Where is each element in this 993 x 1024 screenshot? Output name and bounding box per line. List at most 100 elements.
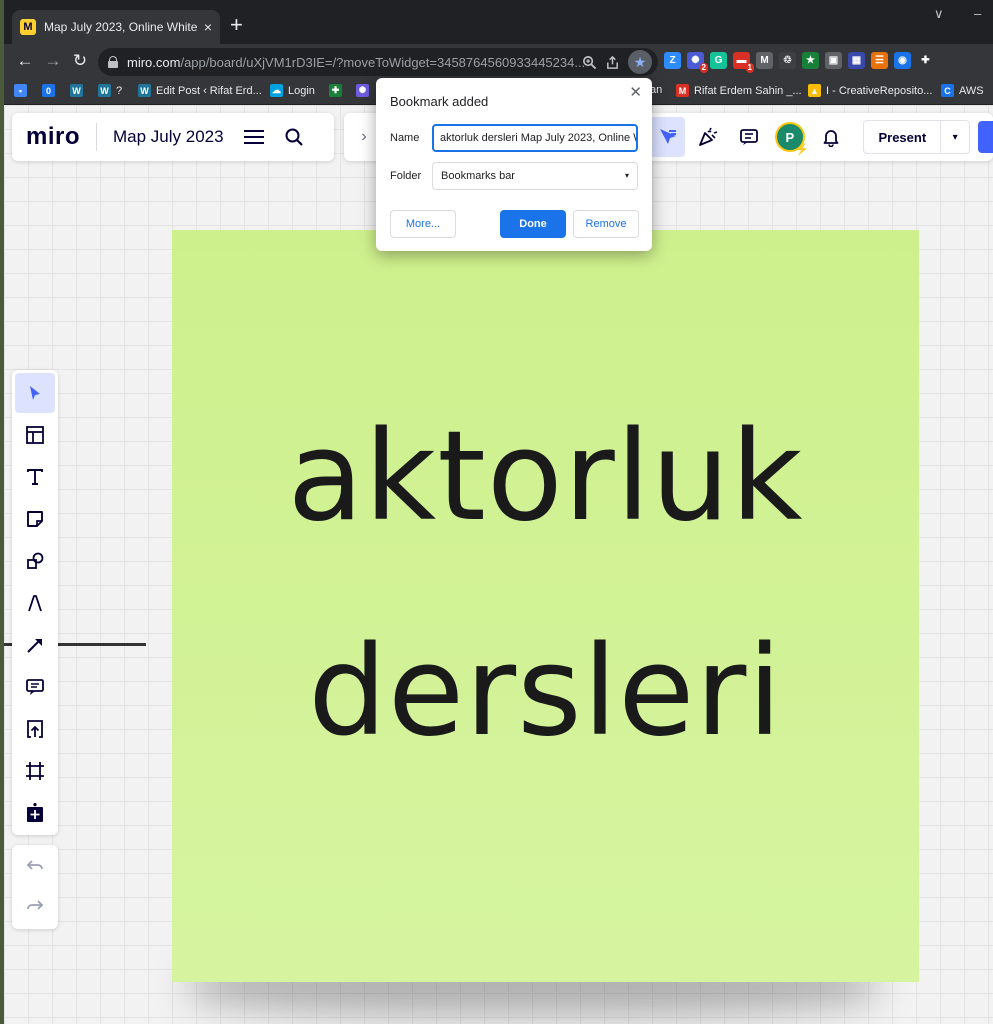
bookmark-star-icon[interactable]: ★	[628, 50, 652, 74]
reload-button[interactable]: ↻	[69, 51, 91, 71]
lightning-icon: ⚡	[795, 144, 809, 156]
bookmark-label: AWS	[959, 84, 984, 97]
bookmark-item[interactable]: C AWS	[941, 84, 984, 97]
share-icon[interactable]	[605, 55, 620, 70]
present-button[interactable]: Present ▾	[863, 120, 971, 154]
creation-toolbar	[12, 370, 58, 835]
extension-icon[interactable]: ✚	[917, 52, 934, 69]
extension-icon[interactable]: Z	[664, 52, 681, 69]
extension-icon[interactable]: ♲	[779, 52, 796, 69]
bookmark-label: Edit Post ‹ Rifat Erd...	[156, 84, 262, 97]
remove-button[interactable]: Remove	[573, 210, 639, 238]
bookmark-item[interactable]: W Edit Post ‹ Rifat Erd...	[138, 84, 262, 97]
tool-sticky-note[interactable]	[15, 499, 55, 539]
extension-icon[interactable]: G	[710, 52, 727, 69]
bookmark-favicon-icon: W	[98, 84, 111, 97]
bookmark-label: Login	[288, 84, 315, 97]
extension-icon[interactable]: ▬ 1	[733, 52, 754, 73]
sticky-note-icon	[27, 511, 43, 527]
undo-icon	[26, 860, 43, 870]
extension-icon[interactable]: M	[756, 52, 773, 69]
bookmark-favicon-icon: ▲	[808, 84, 821, 97]
bookmark-name-input[interactable]: aktorluk dersleri Map July 2023, Online …	[432, 124, 638, 152]
bookmark-item[interactable]: M Rifat Erdem Sahin _...	[676, 84, 802, 97]
tool-frame[interactable]	[15, 751, 55, 791]
done-button[interactable]: Done	[500, 210, 566, 238]
tool-text[interactable]	[15, 457, 55, 497]
bookmark-item[interactable]: 0	[42, 84, 60, 97]
bookmark-label: ?	[116, 84, 123, 97]
menu-icon[interactable]	[243, 130, 264, 144]
bookmark-item[interactable]: ▲ I - CreativeReposito...	[808, 84, 932, 97]
search-icon[interactable]	[284, 127, 304, 147]
tool-pen[interactable]	[15, 583, 55, 623]
miro-favicon-icon: M	[20, 19, 36, 35]
extension-icon[interactable]: ▣	[825, 52, 842, 69]
bookmark-favicon-icon: ✚	[329, 84, 342, 97]
address-bar[interactable]: miro.com /app/board/uXjVM1rD3IE=/?moveTo…	[98, 48, 658, 76]
bookmark-folder-select[interactable]: Bookmarks bar ▾	[432, 162, 638, 190]
tool-more-apps[interactable]	[15, 793, 55, 833]
shapes-icon	[27, 552, 44, 569]
extension-icon[interactable]: ▦	[848, 52, 865, 69]
bookmark-item[interactable]: ✚	[329, 84, 347, 97]
tool-templates[interactable]	[15, 415, 55, 455]
share-button[interactable]	[978, 121, 993, 153]
reactions-cursor-button[interactable]	[648, 117, 686, 157]
dropdown-caret-icon: ▾	[624, 171, 629, 180]
sticky-note-text-line-2: dersleri	[308, 620, 783, 764]
zoom-icon[interactable]	[582, 55, 597, 70]
more-button[interactable]: More...	[390, 210, 456, 238]
extension-icon[interactable]: ◉	[894, 52, 911, 69]
bookmark-favicon-icon: C	[941, 84, 954, 97]
tool-shapes[interactable]	[15, 541, 55, 581]
undo-button[interactable]	[15, 847, 55, 887]
browser-toolbar: ← → ↻ miro.com /app/board/uXjVM1rD3IE=/?…	[4, 44, 993, 80]
notifications-button[interactable]	[812, 117, 849, 157]
bookmark-item[interactable]: ✺	[356, 84, 374, 97]
tool-connection-line[interactable]	[15, 625, 55, 665]
close-icon[interactable]: ✕	[629, 83, 642, 101]
tab-close-icon[interactable]: ×	[204, 19, 212, 35]
extensions-row: Z ✺ 2 G ▬ 1 M ♲ ★ ▣ ▦ ☰ ◉ ✚	[664, 52, 934, 73]
collaboration-panel: P ⚡ Present ▾	[644, 113, 993, 161]
extension-icon[interactable]: ✺ 2	[687, 52, 708, 73]
board-name[interactable]: Map July 2023	[113, 127, 224, 147]
extension-badge: 1	[745, 63, 754, 73]
minimize-button[interactable]: –	[974, 6, 981, 21]
bookmark-item[interactable]: W	[70, 84, 88, 97]
sticky-note-text-line-1: aktorluk	[287, 405, 804, 549]
celebrate-button[interactable]	[689, 117, 726, 157]
tab-search-chevron-icon[interactable]: ∨	[934, 6, 944, 22]
comments-button[interactable]	[730, 117, 767, 157]
extension-icon[interactable]: ★	[802, 52, 819, 69]
forward-button[interactable]: →	[42, 51, 64, 71]
text-icon	[27, 469, 43, 485]
bookmark-item[interactable]: ▪	[14, 84, 32, 97]
redo-button[interactable]	[15, 887, 55, 927]
bookmark-favicon-icon: W	[138, 84, 151, 97]
tool-select[interactable]	[15, 373, 55, 413]
bookmark-favicon-icon: ▪	[14, 84, 27, 97]
miro-logo[interactable]: miro	[26, 123, 80, 151]
tool-upload[interactable]	[15, 709, 55, 749]
tool-comment[interactable]	[15, 667, 55, 707]
present-label: Present	[878, 129, 927, 145]
back-button[interactable]: ←	[14, 51, 36, 71]
lock-icon[interactable]	[108, 56, 118, 68]
tab-miro-board[interactable]: M Map July 2023, Online Whiteboard for V…	[12, 10, 220, 44]
extension-badge: 2	[699, 63, 708, 73]
tab-strip: M Map July 2023, Online Whiteboard for V…	[4, 0, 993, 44]
bookmark-item[interactable]: ☁ Login	[270, 84, 315, 97]
bookmark-favicon-icon: 0	[42, 84, 55, 97]
present-dropdown-icon[interactable]: ▾	[940, 121, 969, 153]
select-cursor-icon	[30, 386, 40, 400]
new-tab-button[interactable]: +	[230, 14, 243, 36]
bookmark-item[interactable]: W?	[98, 84, 122, 97]
add-apps-icon	[27, 803, 43, 822]
dialog-title: Bookmark added	[390, 94, 489, 109]
extension-icon[interactable]: ☰	[871, 52, 888, 69]
sticky-note[interactable]: aktorluk dersleri	[172, 230, 919, 982]
url-host: miro.com	[127, 54, 181, 70]
user-avatar-button[interactable]: P ⚡	[771, 117, 809, 157]
